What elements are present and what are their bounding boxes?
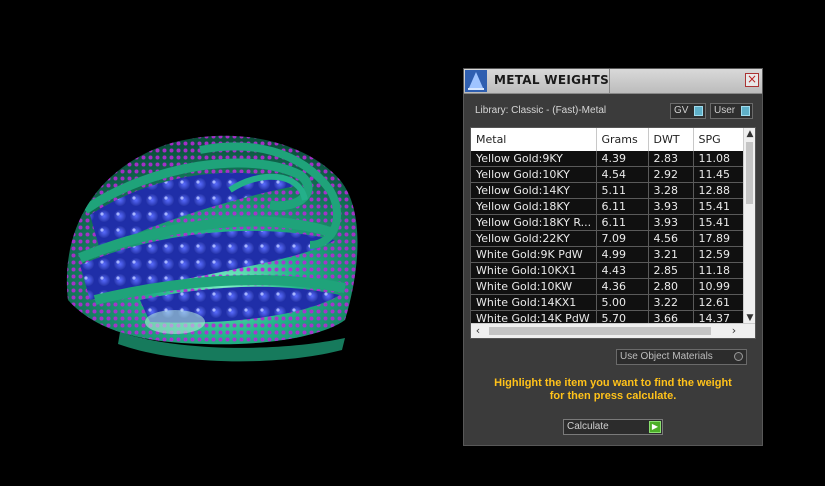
cell-dwt: 3.66 <box>648 310 694 324</box>
ring-render <box>66 135 358 362</box>
cell-grams: 4.99 <box>596 246 649 263</box>
table-row[interactable]: Yellow Gold:22KY 7.09 4.56 17.89 <box>471 230 744 247</box>
panel-title: METAL WEIGHTS <box>494 73 610 87</box>
horizontal-scroll-thumb[interactable] <box>489 327 711 335</box>
toggle-knob-icon <box>741 106 750 116</box>
cell-spg: 12.88 <box>693 182 744 199</box>
cell-spg: 14.37 <box>693 310 744 324</box>
play-arrow-icon[interactable]: ▶ <box>649 421 661 433</box>
cell-metal: Yellow Gold:18KY R... <box>471 214 597 231</box>
column-header-metal[interactable]: Metal <box>471 128 597 151</box>
cell-grams: 7.09 <box>596 230 649 247</box>
use-object-materials-option[interactable]: Use Object Materials <box>616 349 747 365</box>
wizard-hat-logo-icon <box>465 70 487 92</box>
cell-metal: Yellow Gold:22KY <box>471 230 597 247</box>
cell-grams: 4.43 <box>596 262 649 279</box>
gv-toggle-label: GV <box>674 105 689 116</box>
cell-spg: 17.89 <box>693 230 744 247</box>
cell-dwt: 3.93 <box>648 198 694 215</box>
cell-grams: 5.00 <box>596 294 649 311</box>
vertical-scrollbar[interactable]: ▲ ▼ <box>743 128 755 324</box>
vertical-scroll-thumb[interactable] <box>746 142 753 204</box>
table-row[interactable]: Yellow Gold:10KY 4.54 2.92 11.45 <box>471 166 744 183</box>
cell-metal: Yellow Gold:18KY <box>471 198 597 215</box>
cell-metal: Yellow Gold:14KY <box>471 182 597 199</box>
table-header-row: Metal Grams DWT SPG <box>471 128 744 151</box>
title-tab-divider <box>609 69 610 93</box>
toggle-knob-icon <box>694 106 703 116</box>
cell-metal: White Gold:10KW <box>471 278 597 295</box>
cell-grams: 4.36 <box>596 278 649 295</box>
cell-dwt: 2.80 <box>648 278 694 295</box>
cell-dwt: 2.85 <box>648 262 694 279</box>
cell-spg: 12.59 <box>693 246 744 263</box>
table-row[interactable]: White Gold:14K PdW 5.70 3.66 14.37 <box>471 310 744 324</box>
metal-table-body: Metal Grams DWT SPG Yellow Gold:9KY 4.39… <box>471 128 744 324</box>
cell-grams: 6.11 <box>596 198 649 215</box>
cell-dwt: 2.92 <box>648 166 694 183</box>
table-row[interactable]: White Gold:10KX1 4.43 2.85 11.18 <box>471 262 744 279</box>
instructions-line-2: for then press calculate. <box>549 390 677 402</box>
cell-metal: Yellow Gold:10KY <box>471 166 597 183</box>
cell-dwt: 3.21 <box>648 246 694 263</box>
instructions-line-1: Highlight the item you want to find the … <box>494 377 732 389</box>
horizontal-scrollbar[interactable]: ‹ › <box>471 323 755 338</box>
table-row[interactable]: Yellow Gold:18KY R... 6.11 3.93 15.41 <box>471 214 744 231</box>
chevron-left-icon[interactable]: ‹ <box>471 324 485 338</box>
use-object-materials-label: Use Object Materials <box>620 351 713 362</box>
table-row[interactable]: Yellow Gold:9KY 4.39 2.83 11.08 <box>471 151 744 167</box>
chevron-up-icon[interactable]: ▲ <box>744 128 755 140</box>
user-toggle[interactable]: User <box>710 103 753 119</box>
cell-dwt: 3.22 <box>648 294 694 311</box>
table-row[interactable]: White Gold:14KX1 5.00 3.22 12.61 <box>471 294 744 311</box>
cell-grams: 4.54 <box>596 166 649 183</box>
chevron-right-icon[interactable]: › <box>727 324 741 338</box>
user-toggle-label: User <box>714 105 736 116</box>
calculate-button[interactable]: Calculate ▶ <box>563 419 663 435</box>
cell-dwt: 3.28 <box>648 182 694 199</box>
panel-titlebar[interactable]: METAL WEIGHTS × <box>464 69 762 94</box>
cell-spg: 15.41 <box>693 214 744 231</box>
cell-dwt: 3.93 <box>648 214 694 231</box>
instructions-text: Highlight the item you want to find the … <box>474 377 752 403</box>
table-row[interactable]: Yellow Gold:18KY 6.11 3.93 15.41 <box>471 198 744 215</box>
cell-grams: 5.70 <box>596 310 649 324</box>
close-icon[interactable]: × <box>745 73 759 87</box>
cell-spg: 11.08 <box>693 151 744 167</box>
metal-table: Metal Grams DWT SPG Yellow Gold:9KY 4.39… <box>470 127 756 339</box>
radio-icon[interactable] <box>734 352 743 361</box>
column-header-spg[interactable]: SPG <box>693 128 744 151</box>
cell-metal: Yellow Gold:9KY <box>471 151 597 167</box>
cell-spg: 12.61 <box>693 294 744 311</box>
cell-grams: 4.39 <box>596 151 649 167</box>
cell-spg: 10.99 <box>693 278 744 295</box>
cell-grams: 6.11 <box>596 214 649 231</box>
table-row[interactable]: White Gold:10KW 4.36 2.80 10.99 <box>471 278 744 295</box>
cell-dwt: 2.83 <box>648 151 694 167</box>
cell-metal: White Gold:10KX1 <box>471 262 597 279</box>
table-row[interactable]: Yellow Gold:14KY 5.11 3.28 12.88 <box>471 182 744 199</box>
cell-spg: 11.45 <box>693 166 744 183</box>
cell-metal: White Gold:14KX1 <box>471 294 597 311</box>
cell-metal: White Gold:9K PdW <box>471 246 597 263</box>
cell-metal: White Gold:14K PdW <box>471 310 597 324</box>
library-label: Library: Classic - (Fast)-Metal <box>475 105 607 116</box>
cell-dwt: 4.56 <box>648 230 694 247</box>
metal-weights-panel: METAL WEIGHTS × Library: Classic - (Fast… <box>463 68 763 446</box>
calculate-label: Calculate <box>567 421 609 432</box>
gv-toggle[interactable]: GV <box>670 103 706 119</box>
column-header-dwt[interactable]: DWT <box>648 128 694 151</box>
column-header-grams[interactable]: Grams <box>596 128 649 151</box>
cell-spg: 15.41 <box>693 198 744 215</box>
table-row[interactable]: White Gold:9K PdW 4.99 3.21 12.59 <box>471 246 744 263</box>
cell-grams: 5.11 <box>596 182 649 199</box>
cell-spg: 11.18 <box>693 262 744 279</box>
